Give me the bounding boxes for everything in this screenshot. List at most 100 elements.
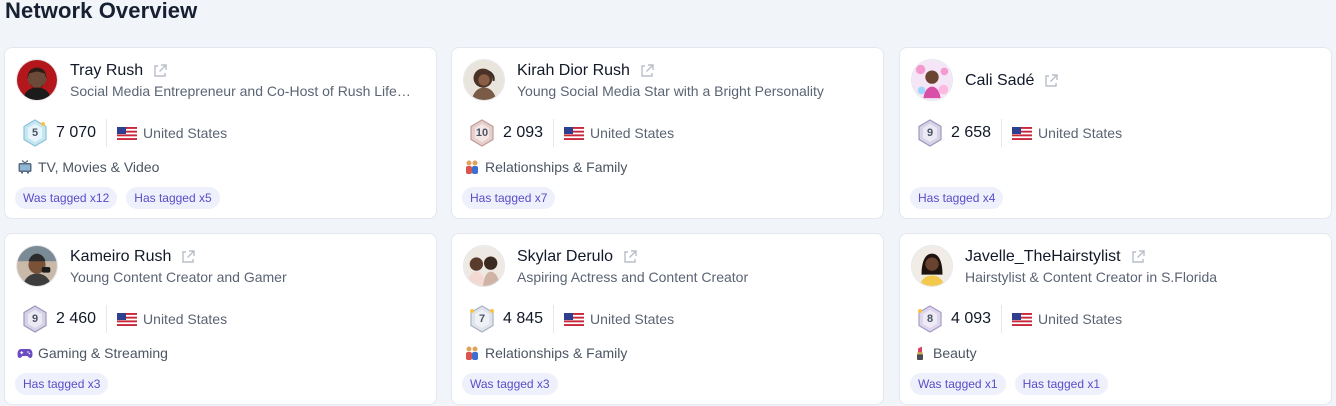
rank-number: 7	[478, 313, 486, 325]
category-label: Relationships & Family	[485, 159, 628, 175]
tag-list: Was tagged x1 Has tagged x1	[910, 373, 1108, 395]
profile-grid: Tray Rush Social Media Entrepreneur and …	[4, 47, 1332, 405]
tag-list: Was tagged x12 Has tagged x5	[15, 187, 220, 209]
category-label: Gaming & Streaming	[38, 345, 168, 361]
external-link-icon[interactable]	[180, 249, 196, 265]
profile-name[interactable]: Cali Sadé	[965, 72, 1034, 90]
divider	[106, 305, 108, 333]
profile-card-javelle-thehairstylist[interactable]: Javelle_TheHairstylist Hairstylist & Con…	[899, 233, 1332, 405]
stats-row: 8 4 093 United States	[915, 303, 1122, 335]
rank-number: 9	[31, 313, 39, 325]
tag-list: Was tagged x3	[462, 373, 558, 395]
stats-row: 9 2 658 United States	[915, 117, 1122, 149]
profile-card-kameiro-rush[interactable]: Kameiro Rush Young Content Creator and G…	[4, 233, 437, 405]
category: Gaming & Streaming	[17, 344, 168, 362]
us-flag-icon	[1012, 126, 1033, 140]
profile-card-cali-sade[interactable]: Cali Sadé 9 2 658 United States Has tagg…	[899, 47, 1332, 219]
tag-badge[interactable]: Was tagged x3	[462, 373, 558, 395]
couple-icon	[464, 345, 480, 361]
country-label: United States	[1038, 125, 1123, 141]
category: TV, Movies & Video	[17, 158, 159, 176]
rank-badge: 5	[20, 118, 50, 148]
stats-row: 5 7 070 United States	[20, 117, 227, 149]
rank-badge: 8	[915, 304, 945, 334]
rank-badge: 9	[20, 304, 50, 334]
country-label: United States	[1038, 311, 1123, 327]
avatar[interactable]	[16, 245, 58, 287]
couple-icon	[464, 159, 480, 175]
follower-count: 2 658	[951, 124, 992, 141]
profile-name[interactable]: Skylar Derulo	[517, 248, 613, 266]
profile-bio: Aspiring Actress and Content Creator	[517, 269, 749, 285]
us-flag-icon	[564, 126, 585, 140]
profile-name[interactable]: Kameiro Rush	[70, 248, 171, 266]
rank-number: 8	[926, 313, 934, 325]
divider	[1001, 305, 1003, 333]
gamepad-icon	[17, 345, 33, 361]
external-link-icon[interactable]	[639, 63, 655, 79]
tag-badge[interactable]: Was tagged x1	[910, 373, 1006, 395]
tag-list: Has tagged x7	[462, 187, 556, 209]
stats-row: 7 4 845 United States	[467, 303, 674, 335]
profile-bio: Young Social Media Star with a Bright Pe…	[517, 83, 824, 99]
rank-badge: 10	[467, 118, 497, 148]
tag-badge[interactable]: Has tagged x4	[910, 187, 1004, 209]
tag-badge[interactable]: Has tagged x7	[462, 187, 556, 209]
category-label: Relationships & Family	[485, 345, 628, 361]
divider	[553, 119, 555, 147]
us-flag-icon	[117, 312, 138, 326]
tag-badge[interactable]: Was tagged x12	[15, 187, 118, 209]
follower-count: 4 093	[951, 310, 992, 327]
rank-number: 5	[31, 127, 39, 139]
follower-count: 7 070	[56, 124, 97, 141]
profile-card-tray-rush[interactable]: Tray Rush Social Media Entrepreneur and …	[4, 47, 437, 219]
profile-bio: Hairstylist & Content Creator in S.Flori…	[965, 269, 1218, 285]
lipstick-icon	[912, 345, 928, 361]
external-link-icon[interactable]	[1043, 73, 1059, 89]
profile-card-skylar-derulo[interactable]: Skylar Derulo Aspiring Actress and Conte…	[451, 233, 884, 405]
avatar[interactable]	[911, 59, 953, 101]
rank-number: 9	[926, 127, 934, 139]
profile-bio: Social Media Entrepreneur and Co-Host of…	[70, 83, 411, 99]
country-label: United States	[143, 311, 228, 327]
profile-card-kirah-dior-rush[interactable]: Kirah Dior Rush Young Social Media Star …	[451, 47, 884, 219]
profile-bio: Young Content Creator and Gamer	[70, 269, 287, 285]
country-label: United States	[590, 311, 675, 327]
profile-name[interactable]: Tray Rush	[70, 62, 143, 80]
tag-badge[interactable]: Has tagged x3	[15, 373, 109, 395]
avatar[interactable]	[463, 59, 505, 101]
category-label: TV, Movies & Video	[38, 159, 160, 175]
avatar[interactable]	[911, 245, 953, 287]
us-flag-icon	[117, 126, 138, 140]
tag-list: Has tagged x4	[910, 187, 1004, 209]
us-flag-icon	[564, 312, 585, 326]
divider	[553, 305, 555, 333]
external-link-icon[interactable]	[622, 249, 638, 265]
follower-count: 4 845	[503, 310, 544, 327]
category-label: Beauty	[933, 345, 977, 361]
tag-list: Has tagged x3	[15, 373, 109, 395]
external-link-icon[interactable]	[152, 63, 168, 79]
profile-name[interactable]: Kirah Dior Rush	[517, 62, 630, 80]
divider	[1001, 119, 1003, 147]
profile-name[interactable]: Javelle_TheHairstylist	[965, 248, 1121, 266]
rank-badge: 7	[467, 304, 497, 334]
rank-number: 10	[475, 127, 489, 139]
tag-badge[interactable]: Has tagged x1	[1014, 373, 1108, 395]
page-title: Network Overview	[5, 0, 198, 23]
category: Beauty	[912, 344, 977, 362]
external-link-icon[interactable]	[1130, 249, 1146, 265]
stats-row: 10 2 093 United States	[467, 117, 674, 149]
category: Relationships & Family	[464, 344, 627, 362]
avatar[interactable]	[463, 245, 505, 287]
follower-count: 2 093	[503, 124, 544, 141]
tv-icon	[17, 159, 33, 175]
country-label: United States	[590, 125, 675, 141]
divider	[106, 119, 108, 147]
follower-count: 2 460	[56, 310, 97, 327]
avatar[interactable]	[16, 59, 58, 101]
category: Relationships & Family	[464, 158, 627, 176]
country-label: United States	[143, 125, 228, 141]
tag-badge[interactable]: Has tagged x5	[126, 187, 220, 209]
stats-row: 9 2 460 United States	[20, 303, 227, 335]
